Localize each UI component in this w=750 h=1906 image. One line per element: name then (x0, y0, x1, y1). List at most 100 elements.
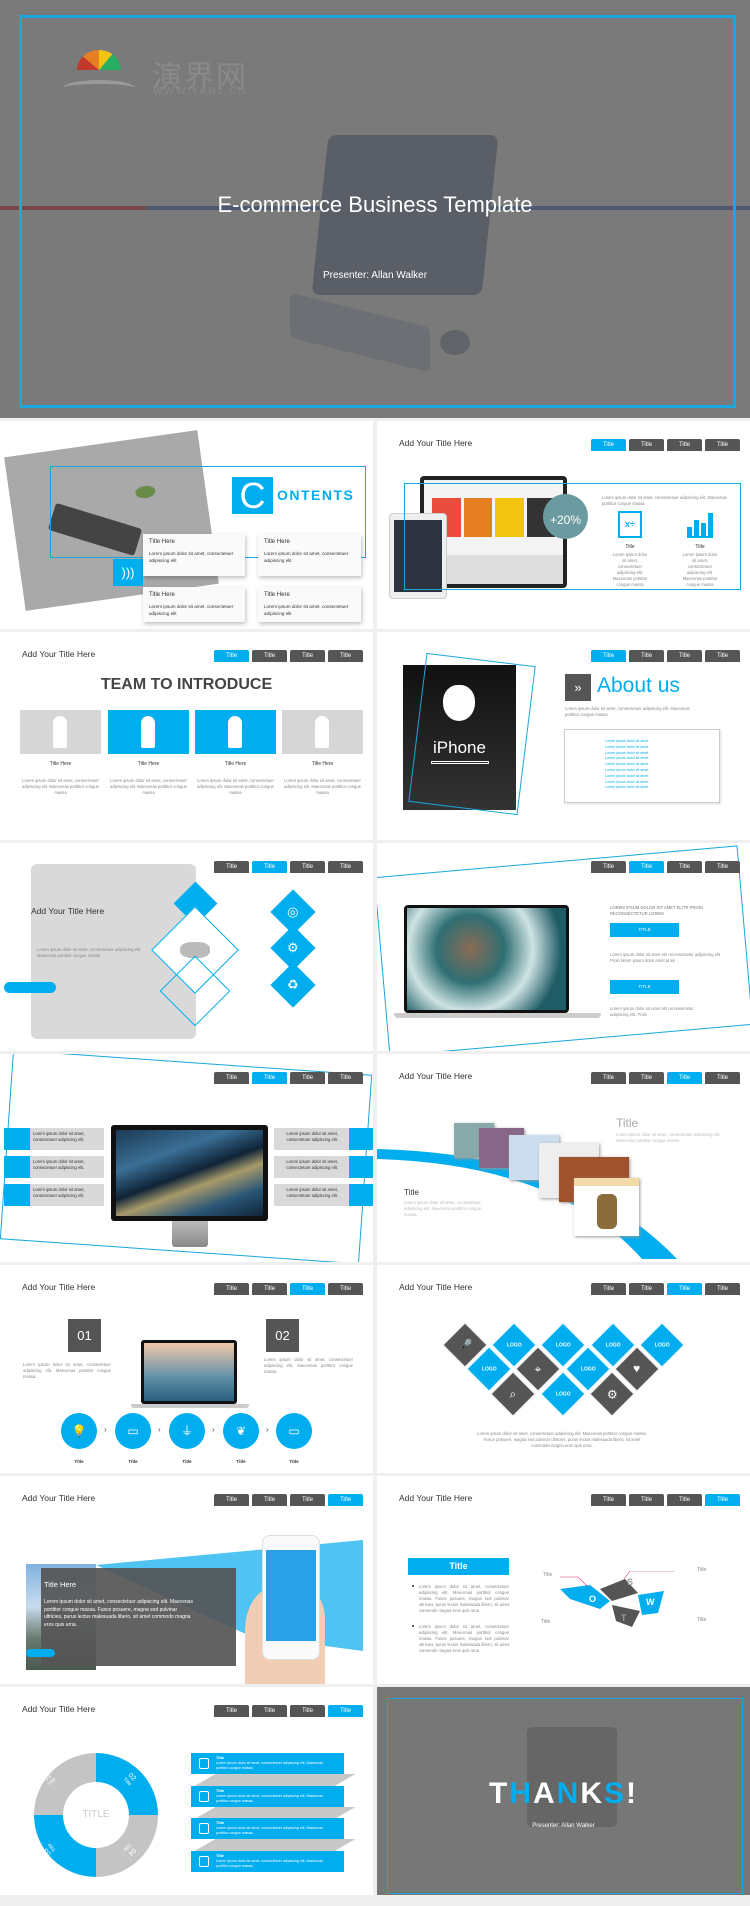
feature-text: Lorem ipsum dolor sit amet, consectetuer… (286, 1131, 338, 1142)
tab-1[interactable]: Title (591, 650, 626, 662)
tab-1[interactable]: Title (214, 861, 249, 873)
step-label: Title (236, 1459, 246, 1464)
swot-slide[interactable]: Add Your Title Here Title Title Title Title… (377, 1476, 750, 1684)
tab-bar: Title Title Title Title (591, 1283, 740, 1295)
tab-2[interactable]: Title (629, 861, 664, 873)
tab-3[interactable]: Title (667, 1283, 702, 1295)
cycle-item[interactable]: Title Lorem ipsum dolor sit amet, consect… (191, 1818, 344, 1839)
cycle-item[interactable]: Title Lorem ipsum dolor sit amet, consect… (191, 1753, 344, 1774)
monitor-slide[interactable]: Title Title Title Title Lorem ipsum dolor s… (0, 1054, 373, 1262)
tab-2[interactable]: Title (252, 650, 287, 662)
tab-1[interactable]: Title (214, 1705, 249, 1717)
thanks-word: THANKS! (377, 1777, 750, 1811)
tab-2[interactable]: Title (252, 1283, 287, 1295)
overlay-title: Title Here (44, 1580, 77, 1589)
tab-2[interactable]: Title (629, 650, 664, 662)
tab-4[interactable]: Title (328, 1072, 363, 1084)
tab-3[interactable]: Title (667, 650, 702, 662)
gallery-title-left: Title (404, 1188, 419, 1197)
gallery-text-right: Lorem ipsum dolor sit amet, consectetuer… (616, 1132, 721, 1143)
step-label: Title (128, 1459, 138, 1464)
tab-bar: Title Title Title Title (214, 1283, 363, 1295)
contents-item[interactable]: Title Here Lorem ipsum dolor sit amet, co… (143, 587, 245, 622)
connector (194, 1839, 356, 1851)
cover-slide[interactable]: 演界网 WWW.YANJ.CN E-commerce Business Temp… (0, 0, 750, 418)
tab-3[interactable]: Title (290, 1283, 325, 1295)
tab-2[interactable]: Title (629, 1494, 664, 1506)
feature-title: Title (625, 544, 635, 550)
laptop-slide[interactable]: Title Title Title Title LOREM IPSUM DOLOR S… (377, 843, 750, 1051)
item-title: Title (216, 1820, 225, 1825)
pill-button[interactable] (4, 982, 56, 993)
laptop-image (404, 905, 569, 1013)
bullet-box: Lorem ipsum dolor sit amet Lorem ipsum do… (564, 729, 720, 803)
tab-3[interactable]: Title (667, 1494, 702, 1506)
cycle-item[interactable]: Title Lorem ipsum dolor sit amet, consect… (191, 1851, 344, 1872)
tab-4[interactable]: Title (705, 1494, 740, 1506)
diamond-slide[interactable]: Title Title Title Title Add Your Title Here… (0, 843, 373, 1051)
logo-label: LOGO (481, 1365, 497, 1372)
about-text: Lorem ipsum dolor sit amet, consectetuer… (565, 706, 690, 717)
tab-2[interactable]: Title (252, 861, 287, 873)
swot-bullet: Lorem ipsum dolor sit amet, consectetuer… (419, 1584, 509, 1613)
title-button[interactable]: TITLE (610, 980, 679, 994)
tab-1[interactable]: Title (591, 439, 626, 451)
cycle-item[interactable]: Title Lorem ipsum dolor sit amet, consect… (191, 1786, 344, 1807)
title-button[interactable]: TITLE (610, 923, 679, 937)
tab-2[interactable]: Title (629, 439, 664, 451)
logo-label: LOGO (654, 1341, 670, 1348)
tab-1[interactable]: Title (214, 650, 249, 662)
contents-heading: ONTENTS (277, 487, 355, 503)
icon-glyph: ⌕ (509, 1386, 517, 1401)
portfolio-slide[interactable]: Add Your Title Here Title Title Title Title… (377, 421, 750, 629)
tab-3[interactable]: Title (290, 1072, 325, 1084)
contents-slide[interactable]: C ONTENTS ))) Title Here Lorem ipsum dolo… (0, 421, 373, 629)
tab-3[interactable]: Title (290, 1705, 325, 1717)
feature-text: Lorem ipsum dolor sit amet, consectetuer… (286, 1187, 338, 1198)
tab-4[interactable]: Title (328, 650, 363, 662)
steps-slide[interactable]: Add Your Title Here Title Title Title Title… (0, 1265, 373, 1473)
tab-4[interactable]: Title (705, 861, 740, 873)
about-slide[interactable]: Title Title Title Title iPhone » About us L… (377, 632, 750, 840)
tab-2[interactable]: Title (252, 1072, 287, 1084)
phone-slide[interactable]: Add Your Title Here Title Title Title Title… (0, 1476, 373, 1684)
team-slide[interactable]: Add Your Title Here Title Title Title Title… (0, 632, 373, 840)
team-heading: TEAM TO INTRODUCE (100, 676, 273, 693)
tab-1[interactable]: Title (591, 861, 626, 873)
swot-label: Title (543, 1572, 553, 1578)
slide-title: Add Your Title Here (399, 1282, 473, 1292)
gallery-slide[interactable]: Add Your Title Here Title Title Title Title… (377, 1054, 750, 1262)
tab-4[interactable]: Title (328, 861, 363, 873)
contents-initial-box: C (232, 477, 273, 514)
box-icon (199, 1823, 209, 1834)
logos-slide[interactable]: Add Your Title Here Title Title Title Title… (377, 1265, 750, 1473)
tab-1[interactable]: Title (591, 1494, 626, 1506)
tab-1[interactable]: Title (214, 1072, 249, 1084)
bar-chart-icon (687, 513, 713, 538)
tab-4[interactable]: Title (328, 1283, 363, 1295)
contents-item[interactable]: Title Here Lorem ipsum dolor sit amet, co… (143, 534, 245, 576)
contents-item[interactable]: Title Here Lorem ipsum dolor sit amet, co… (258, 534, 361, 576)
tab-3[interactable]: Title (290, 650, 325, 662)
tab-4[interactable]: Title (705, 1283, 740, 1295)
tab-2[interactable]: Title (629, 1283, 664, 1295)
tab-3[interactable]: Title (290, 861, 325, 873)
tab-3[interactable]: Title (667, 861, 702, 873)
tab-4[interactable]: Title (328, 1705, 363, 1717)
tab-1[interactable]: Title (591, 1283, 626, 1295)
tab-4[interactable]: Title (705, 650, 740, 662)
cycle-slide[interactable]: Add Your Title Here Title Title Title Title… (0, 1687, 373, 1895)
tab-2[interactable]: Title (252, 1705, 287, 1717)
logo-label: LOGO (555, 1341, 571, 1348)
thanks-slide[interactable]: THANKS! Presenter: Allan Walker (377, 1687, 750, 1895)
tab-bar: Title Title Title Title (214, 650, 363, 662)
tab-3[interactable]: Title (667, 439, 702, 451)
feature-text: Lorem ipsum dolor sit amet, consectetuer… (33, 1159, 85, 1170)
swot-label: Title (541, 1619, 551, 1625)
thanks-letter: N (556, 1777, 581, 1810)
tab-4[interactable]: Title (705, 439, 740, 451)
contents-item[interactable]: Title Here Lorem ipsum dolor sit amet, co… (258, 587, 361, 622)
item-text: Lorem ipsum dolor sit amet, consectetuer… (216, 1761, 324, 1770)
pill-button[interactable] (26, 1649, 55, 1657)
tab-1[interactable]: Title (214, 1283, 249, 1295)
